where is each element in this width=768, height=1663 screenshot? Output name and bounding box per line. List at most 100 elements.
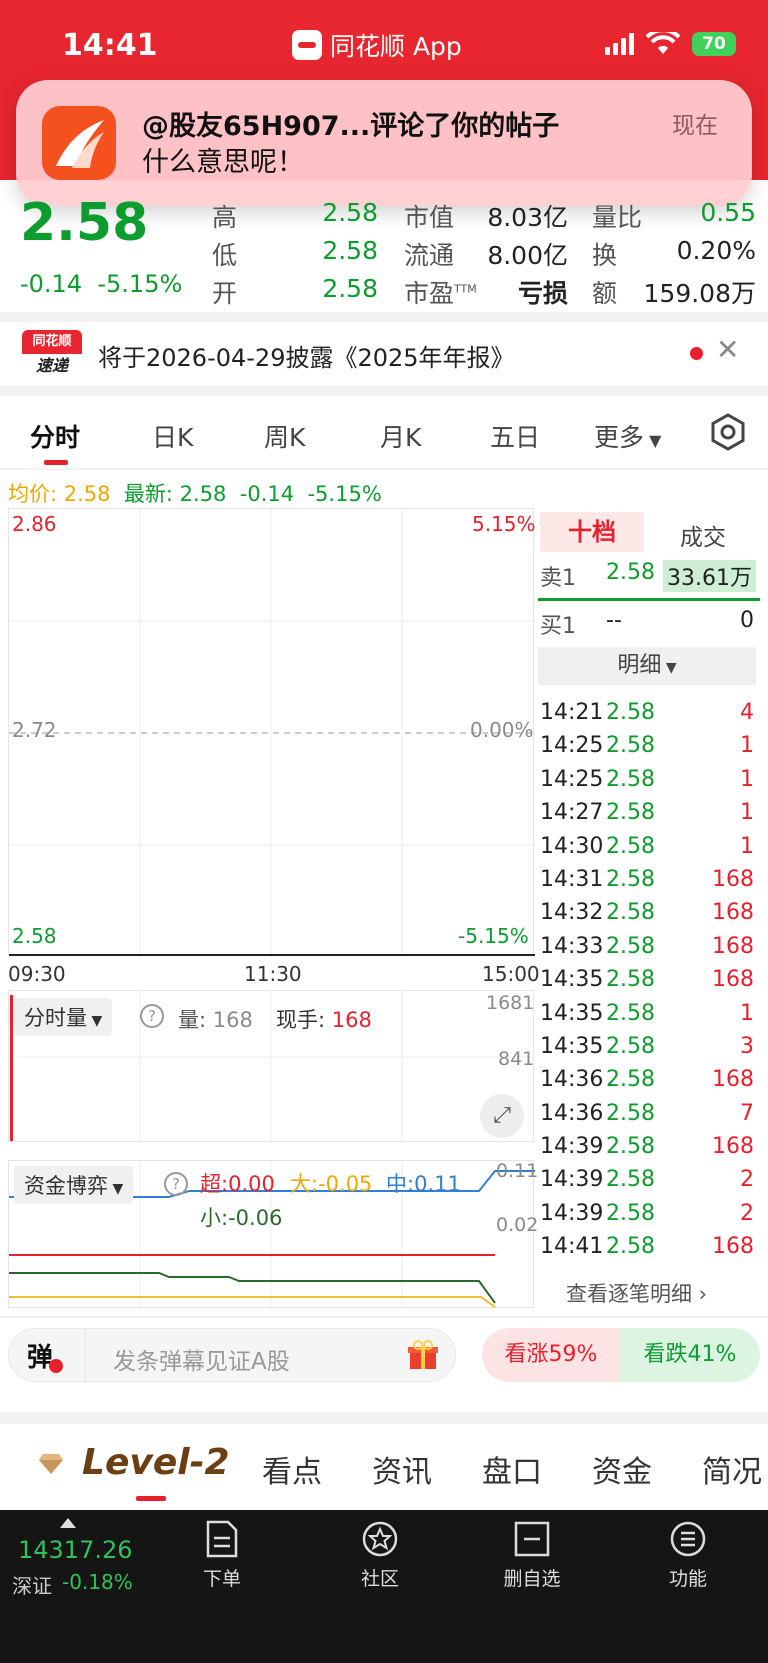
tab-daily-k[interactable]: 日K: [152, 418, 193, 454]
bearish-vote-button[interactable]: 看跌41%: [620, 1328, 760, 1382]
tab-level2[interactable]: Level-2: [82, 1442, 230, 1483]
nav-remove-watchlist[interactable]: 删自选: [482, 1520, 582, 1591]
tab-weekly-k[interactable]: 周K: [264, 418, 305, 454]
help-icon[interactable]: ?: [140, 1004, 164, 1028]
danmu-placeholder: 发条弹幕见证A股: [113, 1349, 290, 1375]
nav-place-order-label: 下单: [202, 1568, 241, 1590]
tick-price: 2.58: [606, 866, 655, 892]
nav-place-order[interactable]: 下单: [172, 1520, 272, 1591]
nav-functions[interactable]: 功能: [638, 1520, 738, 1591]
nav-remove-watchlist-label: 删自选: [503, 1568, 561, 1590]
chart-grid: [9, 509, 535, 957]
gift-icon[interactable]: [407, 1339, 439, 1371]
tick-price: 2.58: [606, 1234, 655, 1260]
label-pe-text: 市盈: [404, 279, 455, 308]
tick-row: 14:35 2.58 3: [538, 1034, 760, 1067]
tick-time: 14:36: [540, 1067, 604, 1093]
tick-volume: 7: [740, 1100, 754, 1126]
tick-volume: 1: [740, 1000, 754, 1026]
volume-value: 168: [212, 1008, 253, 1032]
buy1-row: 买1 -- 0: [538, 604, 760, 644]
divider: [0, 468, 768, 470]
intraday-chart[interactable]: [8, 508, 535, 957]
tick-volume: 2: [740, 1200, 754, 1226]
label-high: 高: [212, 203, 238, 232]
tick-list[interactable]: 14:21 2.58 4 14:25 2.58 1 14:25 2.58 1 14:27 2.58 1…: [538, 700, 760, 1268]
battery-icon: 70: [692, 32, 736, 56]
divider: [0, 386, 768, 396]
tab-intraday[interactable]: 分时: [30, 418, 80, 454]
y-axis-bottom: 2.58: [12, 924, 57, 948]
value-open: 2.58: [322, 274, 378, 303]
bullish-vote-button[interactable]: 看涨59%: [482, 1328, 620, 1382]
danmu-badge-icon: [49, 1359, 63, 1373]
detail-dropdown[interactable]: 明细 ▼: [538, 647, 756, 685]
fund-selector-label: 资金博弈: [24, 1174, 108, 1198]
tab-funds[interactable]: 资金: [592, 1447, 652, 1491]
status-time: 14:41: [62, 28, 158, 63]
tick-volume: 168: [712, 900, 754, 926]
fund-selector[interactable]: 资金博弈 ▼: [14, 1166, 134, 1204]
tab-highlights[interactable]: 看点: [262, 1447, 322, 1491]
current-price: 2.58: [20, 193, 149, 253]
tick-volume: 168: [712, 967, 754, 993]
tick-row: 14:35 2.58 1: [538, 1001, 760, 1034]
value-volratio: 0.55: [700, 198, 756, 227]
tick-volume: 2: [740, 1167, 754, 1193]
change-pct: -5.15%: [97, 270, 183, 298]
tick-volume: 4: [740, 700, 754, 725]
tick-row: 14:35 2.58 168: [538, 967, 760, 1000]
tick-volume: 1: [740, 766, 754, 792]
announcement-text[interactable]: 将于2026-04-29披露《2025年年报》: [98, 338, 515, 373]
tab-order-book[interactable]: 十档: [540, 512, 644, 552]
signal-icon: [605, 33, 634, 55]
tab-handicap[interactable]: 盘口: [482, 1447, 542, 1491]
tick-time: 14:36: [540, 1100, 604, 1126]
tab-profile[interactable]: 简况: [702, 1447, 762, 1491]
chevron-down-icon: ▼: [661, 660, 677, 676]
tick-volume: 1: [740, 800, 754, 826]
danmu-input-bar[interactable]: 弹 发条弹幕见证A股: [8, 1328, 456, 1383]
tab-monthly-k[interactable]: 月K: [380, 418, 421, 454]
tick-price: 2.58: [606, 1100, 655, 1126]
tick-time: 14:35: [540, 1033, 604, 1059]
tab-five-day[interactable]: 五日: [490, 418, 540, 454]
nav-community[interactable]: 社区: [330, 1520, 430, 1591]
tab-news[interactable]: 资讯: [372, 1447, 432, 1491]
divider: [0, 1316, 768, 1318]
y-axis-bottom-pct: -5.15%: [458, 924, 529, 948]
tick-price: 2.58: [606, 1167, 655, 1193]
tick-price: 2.58: [606, 1134, 655, 1160]
tick-price: 2.58: [606, 1000, 655, 1026]
tick-time: 14:39: [540, 1200, 604, 1226]
tab-trades[interactable]: 成交: [680, 518, 726, 552]
buy1-label: 买1: [540, 614, 576, 639]
remove-watchlist-icon: [514, 1521, 550, 1557]
help-icon[interactable]: ?: [164, 1172, 188, 1196]
volume-selector[interactable]: 分时量 ▼: [14, 998, 113, 1036]
price-change: -0.14 -5.15%: [20, 270, 182, 298]
expand-icon[interactable]: ⤢: [480, 1094, 524, 1138]
fund-mid: 中:0.11: [386, 1172, 461, 1196]
tick-price: 2.58: [606, 1067, 655, 1093]
close-icon[interactable]: ✕: [716, 333, 739, 366]
index-value[interactable]: 14317.26: [18, 1536, 133, 1564]
expand-up-icon[interactable]: [60, 1518, 76, 1528]
spread-line: [538, 598, 760, 601]
fund-big: 大:-0.05: [290, 1172, 373, 1196]
notification-title: @股友65H907...评论了你的帖子: [142, 111, 560, 142]
chevron-down-icon: ▼: [108, 1181, 124, 1197]
gear-icon[interactable]: [708, 412, 748, 452]
logo-top-text: 同花顺: [22, 330, 82, 354]
tick-row: 14:25 2.58 1: [538, 767, 760, 800]
detail-label: 明细: [617, 653, 662, 678]
divider: [0, 312, 768, 322]
tick-price: 2.58: [606, 967, 655, 993]
notification-banner[interactable]: @股友65H907...评论了你的帖子 什么意思呢！ 现在: [16, 80, 752, 206]
see-all-ticks-link[interactable]: 查看逐笔明细 ›: [566, 1278, 707, 1308]
tick-time: 14:25: [540, 766, 604, 792]
tick-time: 14:35: [540, 1000, 604, 1026]
tab-more[interactable]: 更多 ▼: [594, 418, 661, 454]
tick-volume: 1: [740, 833, 754, 859]
tick-row: 14:21 2.58 4: [538, 700, 760, 733]
